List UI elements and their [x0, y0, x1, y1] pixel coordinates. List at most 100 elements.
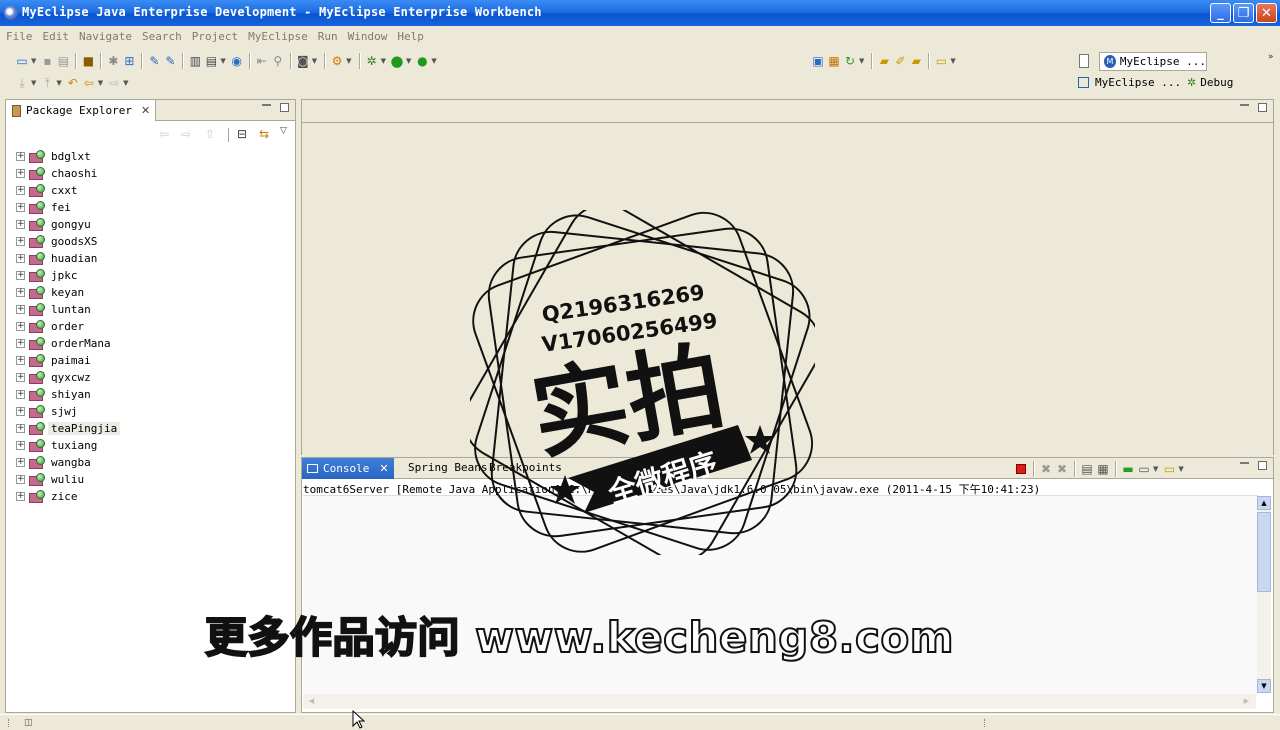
tree-item-paimai[interactable]: + paimai	[6, 352, 91, 369]
fast-view-icon[interactable]: ◫	[24, 718, 33, 728]
tree-item-teapingjia[interactable]: + teaPingjia	[6, 420, 121, 437]
scroll-lock-icon[interactable]: ▦	[1095, 461, 1111, 477]
pen-icon[interactable]: ✐	[892, 53, 908, 69]
package-icon[interactable]: ■	[80, 53, 96, 69]
tree-item-ordermana[interactable]: + orderMana	[6, 335, 111, 352]
expand-icon[interactable]: +	[16, 186, 25, 195]
console-horizontal-scrollbar[interactable]: ◀ ▶	[303, 694, 1256, 709]
clear-console-icon[interactable]: ▤	[1079, 461, 1095, 477]
editor-maximize-icon[interactable]	[1258, 103, 1267, 112]
expand-icon[interactable]: +	[16, 492, 25, 501]
save-icon[interactable]: ▪	[39, 53, 55, 69]
terminate-icon[interactable]	[1013, 461, 1029, 477]
tree-item-keyan[interactable]: + keyan	[6, 284, 84, 301]
expand-icon[interactable]: +	[16, 356, 25, 365]
expand-icon[interactable]: +	[16, 288, 25, 297]
new-icon[interactable]: ▭	[14, 53, 30, 69]
maximize-view-icon[interactable]	[280, 103, 289, 112]
gear-dropdown-icon[interactable]: ▼	[346, 57, 351, 65]
expand-icon[interactable]: +	[16, 424, 25, 433]
expand-icon[interactable]: +	[16, 237, 25, 246]
minimize-view-icon[interactable]	[262, 104, 271, 106]
menu-edit[interactable]: Edit	[41, 30, 75, 43]
tree-item-qyxcwz[interactable]: + qyxcwz	[6, 369, 91, 386]
console-vertical-scrollbar[interactable]: ▲ ▼	[1257, 496, 1271, 693]
debug-dropdown-icon[interactable]: ▼	[381, 57, 386, 65]
forward-dropdown-icon[interactable]: ▼	[123, 79, 128, 87]
expand-icon[interactable]: +	[16, 203, 25, 212]
refresh-icon[interactable]: ↻	[842, 53, 858, 69]
back-nav-icon[interactable]: ⇦	[156, 126, 172, 142]
deploy-icon[interactable]: ✱	[105, 53, 121, 69]
folder2-icon[interactable]: ▰	[908, 53, 924, 69]
forward-icon[interactable]: ⇨	[106, 75, 122, 91]
tab-console[interactable]: Console ✕	[302, 458, 394, 479]
expand-icon[interactable]: +	[16, 458, 25, 467]
wand-icon[interactable]: ✎	[146, 53, 162, 69]
remove-launch-icon[interactable]: ✖	[1038, 461, 1054, 477]
close-console-icon[interactable]: ✕	[379, 462, 388, 475]
tab-package-explorer[interactable]: Package Explorer ✕	[6, 100, 156, 121]
wand2-icon[interactable]: ✎	[162, 53, 178, 69]
tree-item-chaoshi[interactable]: + chaoshi	[6, 165, 97, 182]
tree-item-gongyu[interactable]: + gongyu	[6, 216, 91, 233]
camera-icon[interactable]: ◙	[295, 53, 311, 69]
gear-icon[interactable]: ⚙	[329, 53, 345, 69]
db-icon[interactable]: ▥	[187, 53, 203, 69]
close-button[interactable]: ✕	[1256, 3, 1277, 23]
tree-item-tuxiang[interactable]: + tuxiang	[6, 437, 97, 454]
pin-console-icon[interactable]: ▬	[1120, 461, 1136, 477]
expand-icon[interactable]: +	[16, 220, 25, 229]
folder3-icon[interactable]: ▭	[933, 53, 949, 69]
next-annotation-icon[interactable]: ⤓	[14, 75, 30, 91]
expand-icon[interactable]: +	[16, 322, 25, 331]
close-tab-icon[interactable]: ✕	[141, 104, 150, 117]
open-type-icon[interactable]: ⇤	[254, 53, 270, 69]
expand-icon[interactable]: +	[16, 475, 25, 484]
expand-icon[interactable]: +	[16, 254, 25, 263]
run-icon[interactable]: ●	[389, 52, 405, 70]
run-dropdown-icon[interactable]: ▼	[406, 57, 411, 65]
scroll-left-icon[interactable]: ◀	[305, 695, 318, 708]
folder3-dropdown-icon[interactable]: ▼	[950, 57, 955, 65]
perspective-myeclipse-active[interactable]: M MyEclipse ...	[1099, 52, 1207, 71]
menu-myeclipse[interactable]: MyEclipse	[246, 30, 313, 43]
tree-item-goodsxs[interactable]: + goodsXS	[6, 233, 97, 250]
menu-run[interactable]: Run	[316, 30, 343, 43]
new-dropdown-icon[interactable]: ▼	[31, 57, 36, 65]
expand-icon[interactable]: +	[16, 441, 25, 450]
expand-icon[interactable]: +	[16, 407, 25, 416]
back-dropdown-icon[interactable]: ▼	[98, 79, 103, 87]
doc-icon[interactable]: ▤	[203, 53, 219, 69]
globe-icon[interactable]: ◉	[229, 53, 245, 69]
tree-item-luntan[interactable]: + luntan	[6, 301, 91, 318]
view-menu-icon[interactable]: ▽	[280, 126, 287, 136]
server-icon[interactable]: ⊞	[121, 53, 137, 69]
back-icon[interactable]: ⇦	[81, 75, 97, 91]
maximize-button[interactable]: ❐	[1233, 3, 1254, 23]
tree-item-sjwj[interactable]: + sjwj	[6, 403, 78, 420]
menu-navigate[interactable]: Navigate	[77, 30, 137, 43]
search-toolbar-icon[interactable]: ⚲	[270, 53, 286, 69]
expand-icon[interactable]: +	[16, 305, 25, 314]
prev-annotation-dropdown-icon[interactable]: ▼	[56, 79, 61, 87]
remove-all-icon[interactable]: ✖	[1054, 461, 1070, 477]
doc-dropdown-icon[interactable]: ▼	[220, 57, 225, 65]
scroll-down-icon[interactable]: ▼	[1257, 679, 1271, 693]
minimize-button[interactable]: _	[1210, 3, 1231, 23]
editor-minimize-icon[interactable]	[1240, 104, 1249, 106]
open-perspective-icon[interactable]	[1079, 54, 1089, 68]
expand-icon[interactable]: +	[16, 152, 25, 161]
tree-item-huadian[interactable]: + huadian	[6, 250, 97, 267]
new-project-icon[interactable]: ▣	[810, 53, 826, 69]
link-editor-icon[interactable]: ⇆	[256, 126, 272, 142]
refresh-dropdown-icon[interactable]: ▼	[859, 57, 864, 65]
toolbar-chevron-icon[interactable]: »	[1268, 52, 1274, 62]
prev-annotation-icon[interactable]: ⤒	[39, 75, 55, 91]
expand-icon[interactable]: +	[16, 271, 25, 280]
scroll-right-icon[interactable]: ▶	[1240, 695, 1253, 708]
tree-item-cxxt[interactable]: + cxxt	[6, 182, 78, 199]
menu-window[interactable]: Window	[346, 30, 393, 43]
tree-item-order[interactable]: + order	[6, 318, 84, 335]
open-console-dropdown-icon[interactable]: ▼	[1178, 465, 1183, 473]
